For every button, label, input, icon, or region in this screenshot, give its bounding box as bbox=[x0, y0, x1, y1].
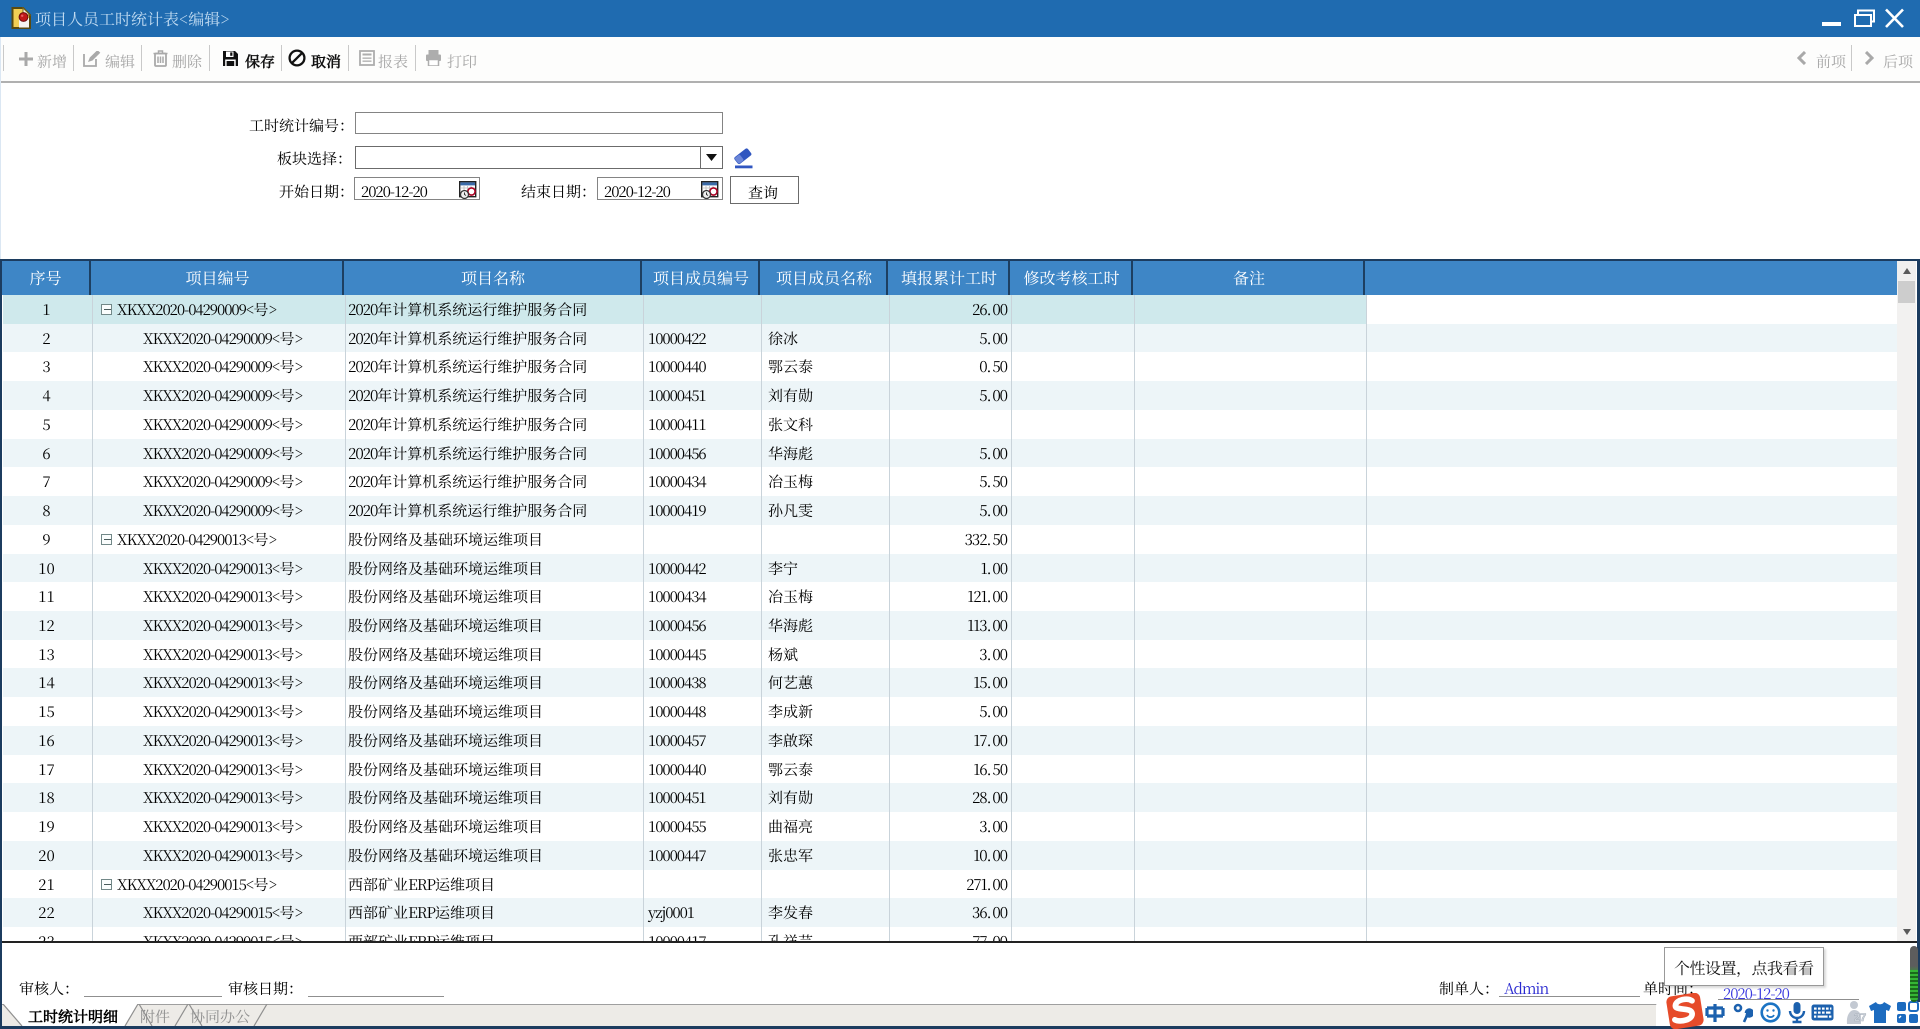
svg-text:27: 27 bbox=[1854, 1012, 1866, 1024]
